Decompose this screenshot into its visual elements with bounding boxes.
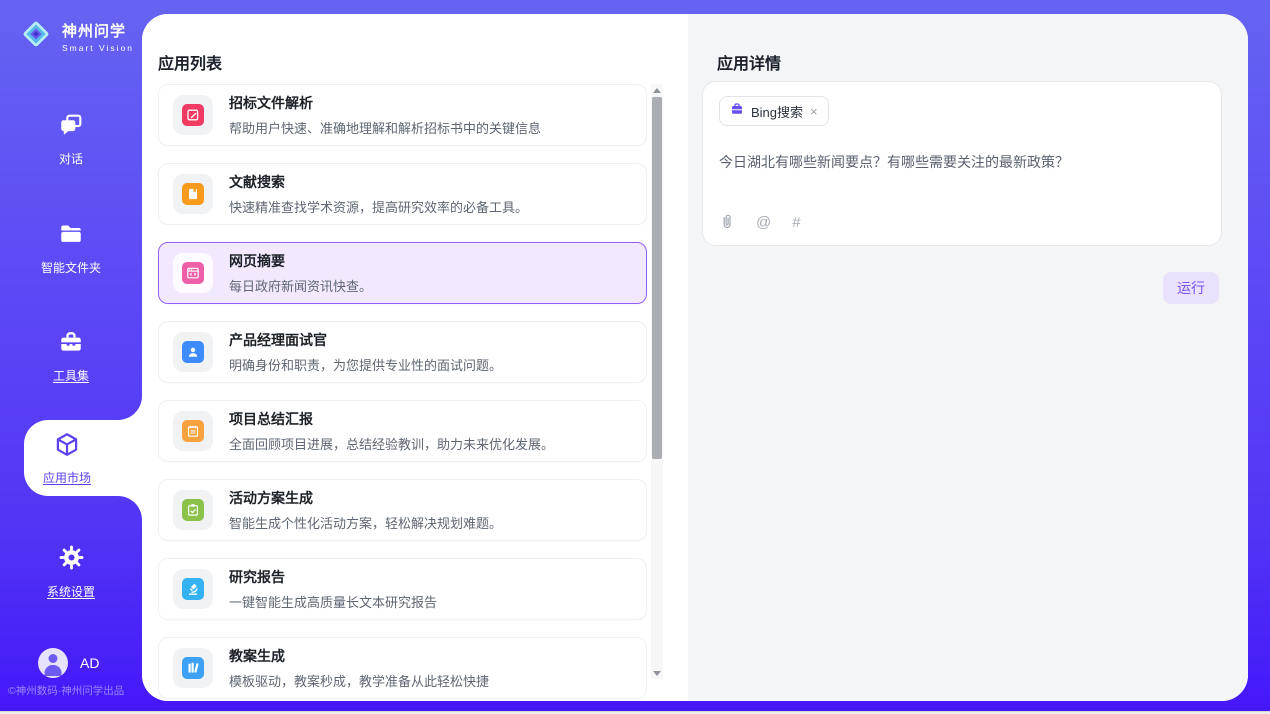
app-card-description: 模板驱动，教案秒成，教学准备从此轻松快捷 (229, 671, 489, 690)
sidebar-item-label: 智能文件夹 (41, 259, 101, 276)
hash-tag-icon[interactable]: # (792, 214, 800, 231)
toolbox-icon (58, 329, 84, 360)
folder-icon (58, 221, 84, 252)
app-card-title: 产品经理面试官 (229, 330, 502, 350)
book-icon (182, 183, 204, 205)
microscope-icon (182, 578, 204, 600)
scrollbar-up-arrow[interactable] (651, 84, 663, 96)
sidebar-active-bubble: 应用市场 (24, 420, 142, 496)
app-card-title: 研究报告 (229, 567, 437, 587)
app-list: 招标文件解析 帮助用户快速、准确地理解和解析招标书中的关键信息 文献搜索 (158, 84, 647, 701)
brand-logo: 神州问学 Smart Vision (18, 16, 134, 57)
chat-icon (58, 112, 84, 143)
app-card-title: 活动方案生成 (229, 488, 502, 508)
copyright-text: ©神州数码·神州问学出品 (8, 683, 142, 698)
app-icon-container (173, 569, 213, 609)
brand-name: 神州问学 (62, 20, 134, 41)
user-initials: AD (80, 655, 99, 671)
app-card-description: 智能生成个性化活动方案，轻松解决规划难题。 (229, 513, 502, 532)
app-card-description: 全面回顾项目进展，总结经验教训，助力未来优化发展。 (229, 434, 554, 453)
brand-diamond-icon (18, 16, 54, 57)
app-card-title: 文献搜索 (229, 172, 528, 192)
app-card-web-summary[interactable]: 网页摘要 每日政府新闻资讯快查。 (158, 242, 647, 304)
app-card-description: 一键智能生成高质量长文本研究报告 (229, 592, 437, 611)
paperclip-icon[interactable] (719, 213, 735, 231)
books-icon (182, 657, 204, 679)
app-detail-title: 应用详情 (717, 50, 781, 74)
tool-chip-label: Bing搜索 (751, 102, 803, 121)
app-card-research-report[interactable]: 研究报告 一键智能生成高质量长文本研究报告 (158, 558, 647, 620)
tool-chip-bing-search[interactable]: Bing搜索 × (719, 96, 829, 126)
at-mention-icon[interactable]: @ (756, 214, 771, 231)
sidebar-item-smart-folder[interactable]: 智能文件夹 (0, 221, 142, 276)
sidebar: 神州问学 Smart Vision 对话 智能文件夹 (0, 0, 142, 701)
app-card-title: 网页摘要 (229, 251, 372, 271)
sidebar-item-app-market[interactable]: 应用市场 (24, 420, 110, 496)
gear-icon (58, 544, 85, 576)
scrollbar-down-arrow[interactable] (651, 667, 663, 679)
document-edit-icon (182, 104, 204, 126)
app-card-description: 明确身份和职责，为您提供专业性的面试问题。 (229, 355, 502, 374)
prompt-card: Bing搜索 × 今日湖北有哪些新闻要点？有哪些需要关注的最新政策？ @ # (702, 81, 1222, 246)
app-card-pm-interviewer[interactable]: 产品经理面试官 明确身份和职责，为您提供专业性的面试问题。 (158, 321, 647, 383)
app-card-bid-document-parsing[interactable]: 招标文件解析 帮助用户快速、准确地理解和解析招标书中的关键信息 (158, 84, 647, 146)
sidebar-item-label: 系统设置 (47, 583, 95, 600)
clipboard-check-icon (182, 499, 204, 521)
app-list-scrollbar[interactable] (651, 84, 663, 679)
prompt-input[interactable]: 今日湖北有哪些新闻要点？有哪些需要关注的最新政策？ (719, 152, 1205, 173)
browser-code-icon (182, 262, 204, 284)
notepad-icon (182, 420, 204, 442)
app-card-project-summary[interactable]: 项目总结汇报 全面回顾项目进展，总结经验教训，助力未来优化发展。 (158, 400, 647, 462)
app-card-title: 教案生成 (229, 646, 489, 666)
sidebar-item-chat[interactable]: 对话 (0, 112, 142, 167)
briefcase-icon (730, 102, 744, 121)
sidebar-item-label: 对话 (59, 150, 83, 167)
app-card-title: 项目总结汇报 (229, 409, 554, 429)
brand-tagline: Smart Vision (62, 43, 134, 53)
app-icon-container (173, 411, 213, 451)
run-button[interactable]: 运行 (1163, 272, 1219, 304)
app-list-title: 应用列表 (158, 50, 222, 74)
app-list-panel: 应用列表 招标文件解析 帮助用户快速、准确地理解和解析招标书中的关键信 (142, 14, 688, 701)
app-icon-container (173, 95, 213, 135)
chip-close-icon[interactable]: × (810, 105, 818, 118)
app-card-literature-search[interactable]: 文献搜索 快速精准查找学术资源，提高研究效率的必备工具。 (158, 163, 647, 225)
app-card-description: 每日政府新闻资讯快查。 (229, 276, 372, 295)
app-card-title: 招标文件解析 (229, 93, 541, 113)
app-icon-container (173, 253, 213, 293)
scrollbar-thumb[interactable] (652, 97, 662, 459)
user-account[interactable]: AD (38, 648, 99, 678)
sidebar-item-label: 应用市场 (43, 469, 91, 486)
app-icon-container (173, 648, 213, 688)
sidebar-item-label: 工具集 (53, 367, 89, 384)
app-icon-container (173, 490, 213, 530)
app-icon-container (173, 332, 213, 372)
main-content: 应用列表 招标文件解析 帮助用户快速、准确地理解和解析招标书中的关键信 (142, 14, 1248, 701)
person-document-icon (182, 341, 204, 363)
cube-icon (53, 431, 81, 464)
attachment-toolbar: @ # (719, 213, 801, 231)
app-card-description: 快速精准查找学术资源，提高研究效率的必备工具。 (229, 197, 528, 216)
app-window: 神州问学 Smart Vision 对话 智能文件夹 (0, 0, 1270, 714)
avatar (38, 648, 68, 678)
app-card-description: 帮助用户快速、准确地理解和解析招标书中的关键信息 (229, 118, 541, 137)
app-icon-container (173, 174, 213, 214)
app-detail-panel: 应用详情 Bing搜索 × 今日湖北有哪些新闻要点？有哪些需要关注的最新政策？ (688, 14, 1248, 701)
sidebar-item-settings[interactable]: 系统设置 (0, 544, 142, 600)
app-card-event-plan[interactable]: 活动方案生成 智能生成个性化活动方案，轻松解决规划难题。 (158, 479, 647, 541)
app-card-lesson-plan[interactable]: 教案生成 模板驱动，教案秒成，教学准备从此轻松快捷 (158, 637, 647, 699)
